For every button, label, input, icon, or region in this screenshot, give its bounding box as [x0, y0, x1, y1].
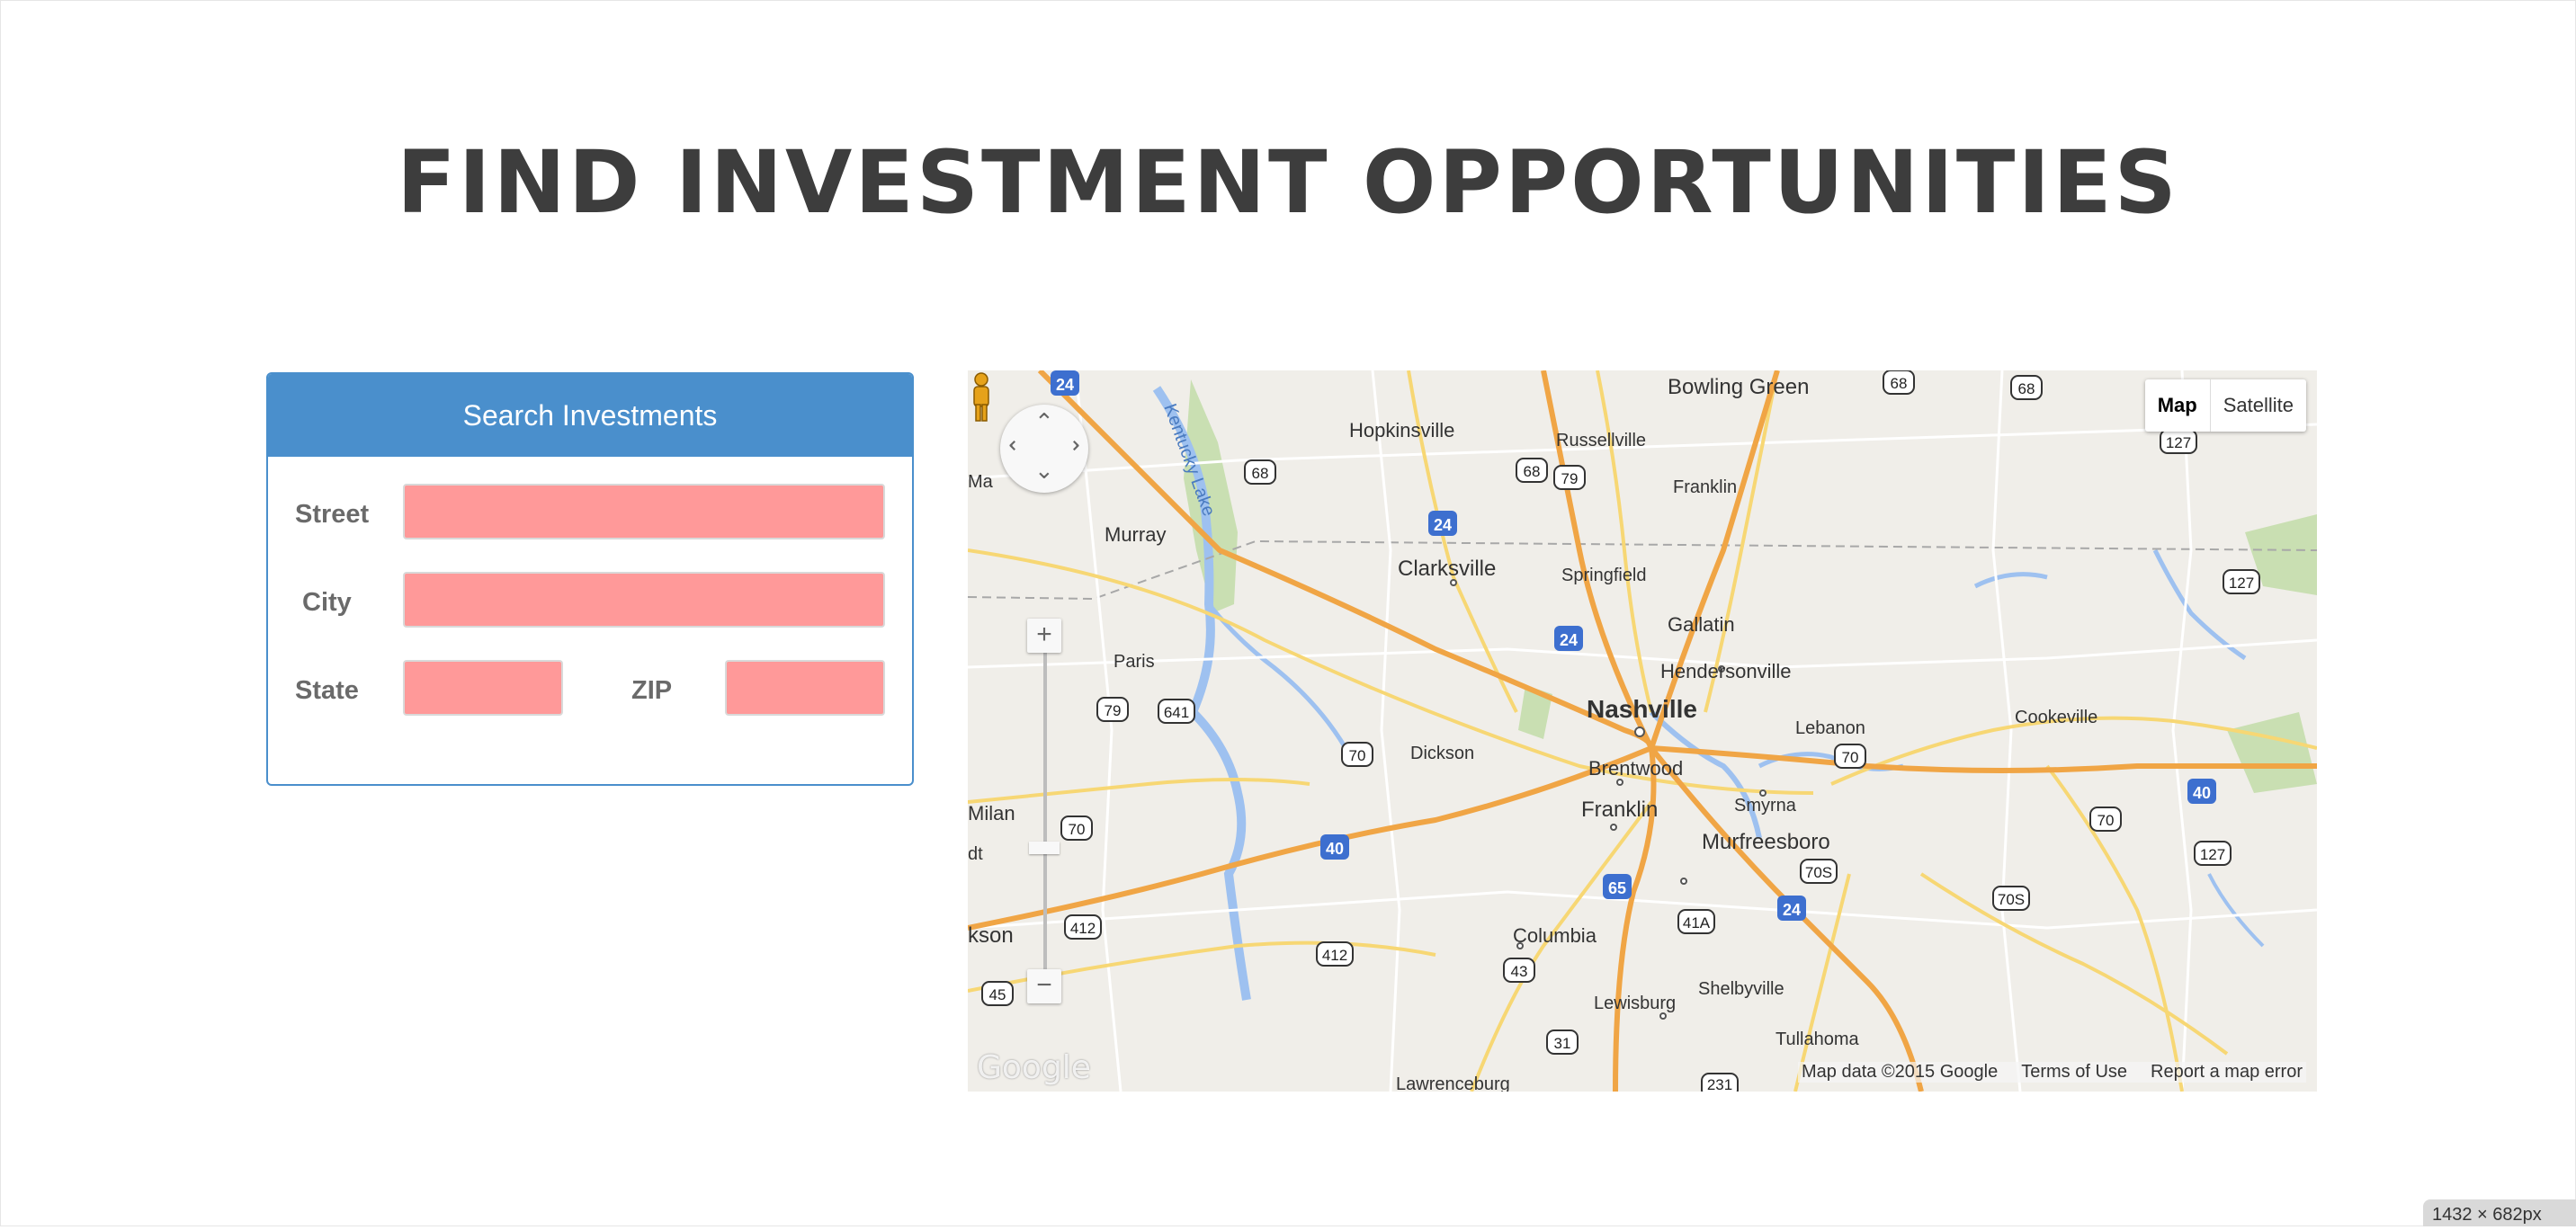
place-label-hopkinsville: Hopkinsville: [1349, 419, 1454, 441]
place-label-dickson: Dickson: [1410, 744, 1474, 763]
place-label-bowling-green: Bowling Green: [1668, 375, 1809, 399]
pan-left-icon[interactable]: ⌃: [1005, 436, 1033, 456]
shield-us412: 412: [1070, 920, 1096, 937]
place-label-lawrenceburg: Lawrenceburg: [1396, 1074, 1510, 1092]
place-label-jackson: kson: [968, 923, 1014, 948]
shield-i40: 40: [1326, 840, 1344, 858]
place-label-gallatin: Gallatin: [1668, 613, 1735, 636]
shield-us70: 70: [1069, 821, 1086, 838]
map-data-credit: Map data ©2015 Google: [1801, 1062, 1999, 1082]
terms-of-use-link[interactable]: Terms of Use: [2021, 1062, 2127, 1083]
place-label-lebanon: Lebanon: [1795, 718, 1865, 738]
place-label-cookeville: Cookeville: [2015, 708, 2097, 727]
place-label-murfreesboro: Murfreesboro: [1702, 830, 1830, 854]
place-label-shelbyville: Shelbyville: [1698, 979, 1784, 999]
shield-us79: 79: [1561, 470, 1579, 487]
shield-us127: 127: [2166, 434, 2191, 451]
shield-us43: 43: [1511, 963, 1528, 980]
shield-us41a: 41A: [1683, 914, 1711, 931]
map-attribution: Map data ©2015 Google Terms of Use Repor…: [1797, 1062, 2306, 1083]
report-map-error-link[interactable]: Report a map error: [2151, 1062, 2303, 1083]
zoom-slider-track[interactable]: [1043, 629, 1047, 998]
pan-control[interactable]: ⌃ ⌃ ⌃ ⌃: [1000, 405, 1088, 493]
shield-us70: 70: [1842, 749, 1859, 766]
place-label-russellville: Russellville: [1556, 431, 1646, 450]
shield-us68: 68: [1891, 375, 1908, 392]
google-logo: Google: [977, 1049, 1091, 1086]
zoom-in-button[interactable]: +: [1027, 619, 1061, 653]
panel-heading: Search Investments: [268, 374, 912, 457]
shield-us127: 127: [2200, 846, 2225, 863]
place-label-murray: Murray: [1105, 523, 1166, 546]
place-label-franklin-ky: Franklin: [1673, 477, 1737, 497]
shield-us70: 70: [2097, 812, 2115, 829]
zoom-out-button[interactable]: −: [1027, 969, 1061, 1003]
map-canvas: Bowling Green Hopkinsville Russellville …: [968, 370, 2317, 1092]
city-label: City: [302, 588, 352, 617]
place-label-columbia: Columbia: [1513, 924, 1597, 947]
map-type-satellite-button[interactable]: Satellite: [2211, 379, 2306, 432]
shield-us68: 68: [1252, 465, 1269, 482]
page-title: FIND INVESTMENT OPPORTUNITIES: [397, 132, 2179, 233]
place-label-nashville: Nashville: [1587, 695, 1697, 723]
shield-i24: 24: [1783, 901, 1801, 919]
place-label-franklin-tn: Franklin: [1581, 798, 1658, 822]
map-view[interactable]: Bowling Green Hopkinsville Russellville …: [968, 370, 2317, 1092]
shield-us412: 412: [1322, 947, 1347, 964]
street-label: Street: [295, 500, 370, 529]
map-type-control: Map Satellite: [2144, 379, 2306, 432]
map-type-map-button[interactable]: Map: [2145, 379, 2211, 432]
place-label-smyrna: Smyrna: [1734, 796, 1797, 816]
state-label: State: [295, 676, 359, 705]
search-investments-panel: Search Investments Street City State ZIP: [266, 372, 914, 786]
place-label-lewisburg: Lewisburg: [1594, 994, 1676, 1013]
river: [1973, 572, 2048, 589]
place-label-paris: Paris: [1114, 652, 1155, 672]
shield-us70s: 70S: [1998, 891, 2025, 908]
zip-label: ZIP: [631, 676, 673, 705]
shield-us45: 45: [989, 986, 1006, 1003]
place-label-springfield: Springfield: [1561, 566, 1647, 585]
place-label-brentwood: Brentwood: [1588, 757, 1683, 780]
shield-us31: 31: [1554, 1035, 1571, 1052]
shield-us641: 641: [1164, 704, 1189, 721]
state-input[interactable]: [403, 660, 563, 716]
pegman-icon[interactable]: [968, 370, 995, 424]
shield-i24: 24: [1560, 631, 1578, 649]
shield-i24: 24: [1434, 516, 1452, 534]
shield-us127: 127: [2229, 575, 2254, 592]
place-label-hendersonville: Hendersonville: [1660, 660, 1792, 682]
street-input[interactable]: [403, 484, 885, 539]
place-label-clarksville: Clarksville: [1398, 557, 1496, 581]
place-label-milan: Milan: [968, 802, 1015, 824]
river: [2207, 873, 2265, 948]
interstate-shields: 24 24 24 40 40 65 24: [1051, 370, 2216, 921]
shield-us68: 68: [2018, 380, 2035, 397]
shield-i40: 40: [2193, 784, 2211, 802]
shield-i24: 24: [1056, 376, 1074, 394]
shield-us231: 231: [1707, 1076, 1732, 1092]
pan-up-icon[interactable]: ⌃: [1034, 408, 1054, 436]
river: [2152, 548, 2247, 661]
park-area: [2227, 712, 2317, 793]
zoom-slider-handle[interactable]: [1029, 842, 1060, 854]
shield-us70s: 70S: [1805, 864, 1832, 881]
pan-down-icon[interactable]: ⌃: [1034, 455, 1054, 483]
shield-i65: 65: [1608, 879, 1626, 897]
place-label-ma: Ma: [968, 472, 994, 492]
pan-right-icon[interactable]: ⌃: [1055, 436, 1083, 456]
river: [1207, 602, 1348, 750]
city-input[interactable]: [403, 572, 885, 628]
place-label-dt: dt: [968, 844, 983, 864]
shield-us79: 79: [1105, 702, 1122, 719]
place-label-tullahoma: Tullahoma: [1775, 1029, 1860, 1049]
screen-size-badge: 1432 × 682px: [2423, 1199, 2576, 1226]
shield-us70: 70: [1349, 747, 1366, 764]
zip-input[interactable]: [725, 660, 885, 716]
shield-us68: 68: [1524, 463, 1541, 480]
